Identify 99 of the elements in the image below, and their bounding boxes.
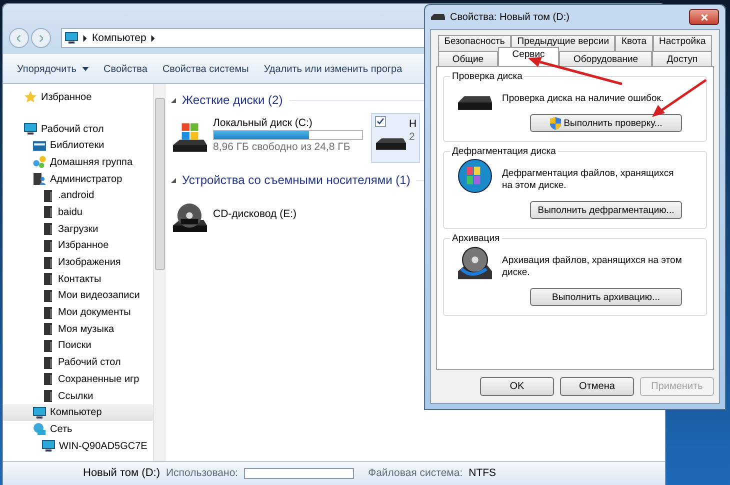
action-button[interactable]: Выполнить проверку...	[530, 114, 682, 132]
folder-icon	[44, 340, 52, 352]
nav-item[interactable]: Домашняя группа	[3, 154, 153, 171]
breadcrumb-arrow-icon	[151, 34, 156, 42]
group-heading: Устройства со съемными носителями (1)	[182, 173, 410, 187]
dvd-drive-icon	[173, 203, 207, 232]
tab[interactable]: Оборудование	[559, 51, 652, 66]
section-description: Архивация файлов, хранящихся на этом диске.	[502, 255, 682, 279]
tab[interactable]: Общие	[438, 51, 498, 66]
monitor-icon	[65, 32, 78, 44]
defrag-icon	[458, 159, 492, 193]
breadcrumb-arrow-icon	[83, 34, 87, 42]
nav-item[interactable]: Администратор	[3, 170, 153, 188]
network-icon	[33, 423, 46, 436]
checkbox[interactable]	[375, 116, 386, 127]
monitor-icon	[42, 440, 55, 452]
close-button[interactable]	[689, 9, 719, 25]
windows-drive-icon	[173, 123, 207, 152]
drive-name: Локальный диск (C:)	[213, 117, 314, 129]
nav-item[interactable]: Сохраненные игр	[3, 371, 153, 388]
nav-item[interactable]: Мои документы	[3, 304, 153, 321]
group-box-title: Проверка диска	[451, 71, 524, 82]
section-description: Проверка диска на наличие ошибок.	[502, 93, 665, 105]
nav-item[interactable]: baidu	[3, 204, 153, 221]
folder-icon	[44, 190, 52, 202]
used-label: Использовано:	[166, 467, 238, 479]
homegroup-icon	[33, 156, 46, 168]
nav-item[interactable]: Избранное	[3, 89, 153, 106]
nav-item[interactable]: .android	[3, 187, 153, 204]
chevron-left-icon	[17, 34, 21, 42]
group-box-title: Архивация	[451, 233, 501, 244]
collapse-triangle-icon[interactable]	[171, 178, 176, 182]
close-icon	[700, 14, 708, 20]
dialog-button[interactable]: OK	[480, 377, 554, 396]
folder-icon	[44, 323, 52, 336]
toolbar-button[interactable]: Удалить или изменить програ	[262, 60, 404, 78]
toolbar-button[interactable]: Свойства	[102, 60, 150, 78]
breadcrumb[interactable]: Компьютер	[92, 32, 146, 44]
nav-item[interactable]: Ссылки	[3, 388, 153, 404]
section-description: Дефрагментация файлов, хранящихся на этом диске.	[502, 168, 675, 192]
folder-icon	[44, 240, 52, 252]
nav-item[interactable]: Поиски	[3, 338, 153, 354]
folder-icon	[44, 390, 52, 402]
nav-item[interactable]: Загрузки	[3, 220, 153, 238]
drive-tile[interactable]: CD-дисковод (E:)	[171, 193, 298, 241]
folder-icon	[44, 273, 52, 286]
monitor-icon	[33, 406, 46, 419]
folder-icon	[44, 290, 52, 302]
scrollbar[interactable]	[153, 84, 166, 461]
drive-free-space: 8,96 ГБ свободно из 24,8 ГБ	[213, 141, 352, 153]
nav-item[interactable]: Библиотеки	[3, 137, 153, 154]
star-icon	[24, 91, 37, 104]
drive-icon	[431, 14, 445, 20]
folder-icon	[44, 373, 52, 386]
dialog-button[interactable]: Отмена	[560, 377, 634, 396]
drive-name: Новый том (D:)	[83, 467, 160, 479]
drive-tile[interactable]: Н 2	[371, 113, 420, 163]
action-button[interactable]: Выполнить архивацию...	[530, 288, 682, 306]
caret-icon	[82, 67, 89, 71]
folder-icon	[44, 356, 52, 369]
tab[interactable]: Настройка	[652, 35, 712, 51]
window-title: Свойства: Новый том (D:)	[450, 12, 570, 22]
nav-item[interactable]: Компьютер	[3, 404, 153, 422]
drive-tile[interactable]: Локальный диск (C:) 8,96 ГБ свободно из 24,8 ГБ	[171, 113, 365, 161]
tab[interactable]: Квота	[615, 35, 653, 51]
folder-icon	[44, 223, 52, 236]
backup-icon	[458, 246, 492, 280]
nav-item[interactable]: Сеть	[3, 421, 153, 438]
drive-name: CD-дисковод (E:)	[213, 208, 296, 220]
nav-item[interactable]: Рабочий стол	[3, 354, 153, 371]
user-folder-icon	[33, 173, 46, 186]
nav-item[interactable]: WIN-Q90AD5GC7E	[3, 438, 153, 454]
tab[interactable]: Безопасность	[438, 35, 512, 51]
nav-item[interactable]: Моя музыка	[3, 320, 153, 338]
action-button[interactable]: Выполнить дефрагментацию...	[530, 201, 682, 219]
monitor-icon	[24, 123, 37, 136]
tab[interactable]: Доступ	[652, 51, 712, 66]
group-heading: Жесткие диски (2)	[182, 93, 283, 107]
group-box-title: Дефрагментация диска	[451, 146, 557, 157]
folder-icon	[44, 306, 52, 319]
library-icon	[33, 140, 46, 152]
folder-icon	[44, 256, 52, 269]
drive-free-space: 2	[409, 131, 416, 143]
drive-icon	[376, 138, 406, 150]
drive-name: Н	[409, 118, 417, 130]
collapse-triangle-icon[interactable]	[171, 98, 176, 102]
toolbar-button[interactable]: Свойства системы	[160, 60, 251, 78]
chevron-right-icon	[39, 34, 43, 42]
file-system-value: NTFS	[468, 467, 496, 479]
organize-menu[interactable]: Упорядочить	[15, 60, 91, 78]
nav-item[interactable]: Избранное	[3, 238, 153, 254]
file-system-label: Файловая система:	[368, 467, 463, 479]
drive-icon	[458, 96, 492, 110]
nav-item[interactable]: Рабочий стол	[3, 120, 153, 138]
nav-item[interactable]: Изображения	[3, 254, 153, 271]
nav-item[interactable]: Мои видеозаписи	[3, 288, 153, 304]
folder-icon	[44, 206, 52, 218]
shield-icon	[550, 116, 561, 130]
nav-item[interactable]: Контакты	[3, 270, 153, 288]
